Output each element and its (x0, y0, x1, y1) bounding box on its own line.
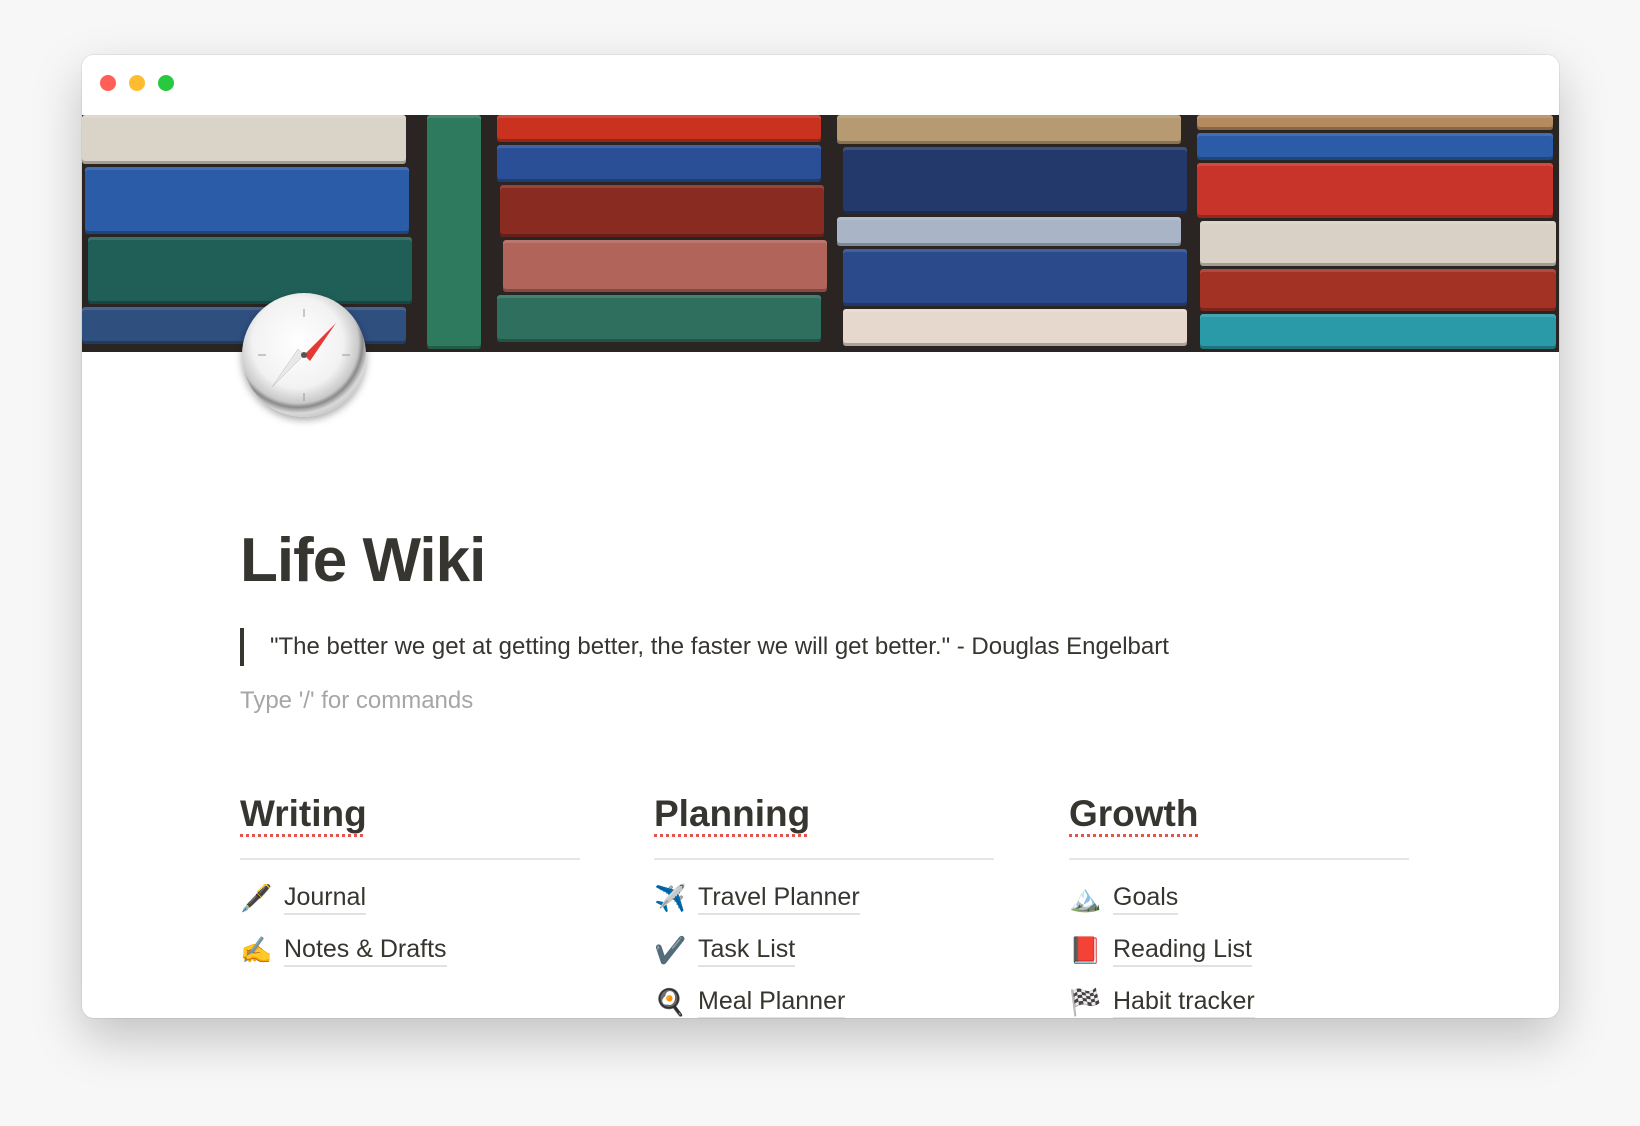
column-heading[interactable]: Growth (1069, 790, 1409, 838)
book-spine (85, 167, 409, 234)
page-link-label[interactable]: Reading List (1113, 933, 1252, 967)
airplane-icon: ✈️ (654, 882, 687, 913)
book-spine (1200, 314, 1556, 349)
fountain-pen-icon: 🖋️ (240, 882, 273, 913)
page-link[interactable]: ✔️ Task List (654, 924, 994, 976)
page-link[interactable]: ✈️ Travel Planner (654, 872, 994, 924)
checkered-flag-icon: 🏁 (1069, 986, 1102, 1017)
book-spine (843, 147, 1187, 214)
check-mark-icon: ✔️ (654, 934, 687, 965)
page-link-label[interactable]: Travel Planner (698, 881, 860, 915)
compass-icon[interactable] (242, 293, 366, 417)
title-bar (82, 55, 1559, 115)
mountain-icon: 🏔️ (1069, 882, 1102, 913)
column-heading[interactable]: Writing (240, 790, 580, 838)
quote-block[interactable]: "The better we get at getting better, th… (240, 628, 1169, 666)
column-writing: Writing 🖋️ Journal ✍️ Notes & Drafts (240, 790, 580, 976)
book-spine (1200, 221, 1556, 266)
divider (240, 858, 580, 860)
page-link[interactable]: 🏁 Habit tracker (1069, 976, 1409, 1018)
divider (654, 858, 994, 860)
page-link-label[interactable]: Meal Planner (698, 985, 846, 1018)
page-link[interactable]: ✍️ Notes & Drafts (240, 924, 580, 976)
page-link[interactable]: 🖋️ Journal (240, 872, 580, 924)
minimize-button[interactable] (129, 75, 145, 91)
page-link-label[interactable]: Notes & Drafts (284, 933, 447, 967)
book-spine (837, 217, 1181, 246)
red-book-icon: 📕 (1069, 934, 1102, 965)
book-spine (497, 295, 821, 342)
book-spine (497, 115, 821, 142)
writing-hand-icon: ✍️ (240, 934, 273, 965)
page-link[interactable]: 🍳 Meal Planner (654, 976, 994, 1018)
book-spine (503, 240, 827, 292)
command-placeholder[interactable]: Type '/' for commands (240, 687, 473, 715)
book-spine (1197, 133, 1553, 160)
book-spine (82, 115, 406, 164)
book-spine (427, 115, 481, 349)
page-link[interactable]: 🏔️ Goals (1069, 872, 1409, 924)
book-spine (1197, 115, 1553, 130)
column-heading[interactable]: Planning (654, 790, 994, 838)
book-spine (843, 309, 1187, 346)
app-window: Life Wiki "The better we get at getting … (82, 55, 1559, 1018)
page-link-label[interactable]: Journal (284, 881, 366, 915)
book-spine (1197, 163, 1553, 218)
close-button[interactable] (100, 75, 116, 91)
page-link-label[interactable]: Goals (1113, 881, 1179, 915)
page-title[interactable]: Life Wiki (240, 525, 486, 596)
zoom-button[interactable] (158, 75, 174, 91)
column-growth: Growth 🏔️ Goals 📕 Reading List 🏁 Habit tracker (1069, 790, 1409, 1018)
frying-pan-icon: 🍳 (654, 986, 687, 1017)
page-link-label[interactable]: Habit tracker (1113, 985, 1255, 1018)
divider (1069, 858, 1409, 860)
book-spine (1200, 269, 1556, 311)
page-link-label[interactable]: Task List (698, 933, 796, 967)
column-planning: Planning ✈️ Travel Planner ✔️ Task List 🍳 Meal… (654, 790, 994, 1018)
book-spine (843, 249, 1187, 306)
page-link[interactable]: 📕 Reading List (1069, 924, 1409, 976)
book-spine (497, 145, 821, 182)
book-spine (837, 115, 1181, 144)
book-spine (500, 185, 824, 237)
